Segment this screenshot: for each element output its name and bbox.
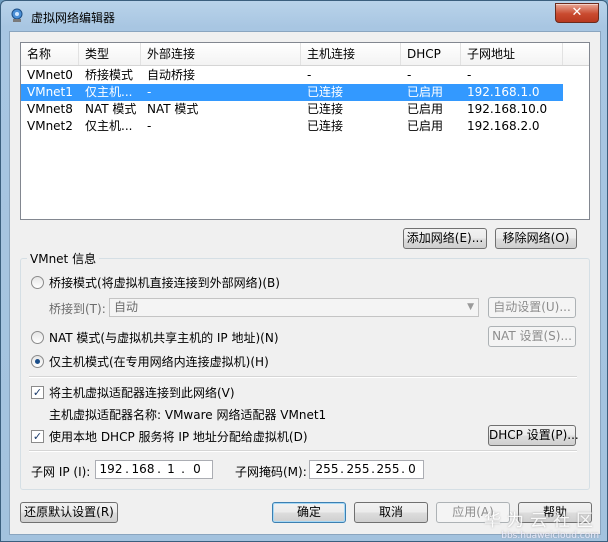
connect-adapter-label[interactable]: 将主机虚拟适配器连接到此网络(V) [49,384,235,401]
bridged-to-label: 桥接到(T): [49,302,106,316]
host-only-mode-label[interactable]: 仅主机模式(在专用网络内连接虚拟机)(H) [49,353,269,370]
vmnet-info-group: VMnet 信息 桥接模式(将虚拟机直接连接到外部网络)(B) 桥接到(T): … [20,250,590,490]
cell-dhcp: 已启用 [407,119,444,133]
watermark-url: bbs.huaweicloud.com [501,531,599,541]
host-only-mode-radio[interactable] [31,355,44,368]
table-row[interactable]: VMnet0 桥接模式 自动桥接 - - - [21,67,563,84]
bridged-to-value: 自动 [114,300,139,314]
remove-network-button[interactable]: 移除网络(O) [495,228,577,249]
cell-name: VMnet2 [27,119,73,133]
vmnet-info-title: VMnet 信息 [27,250,100,267]
cell-type: NAT 模式 [85,102,137,116]
watermark: 华为云社区 bbs.huaweicloud.com [484,506,599,541]
nat-settings-button[interactable]: NAT 设置(S)... [488,326,576,347]
cell-external: - [147,119,152,133]
nat-mode-radio[interactable] [31,331,44,344]
cancel-button[interactable]: 取消 [354,502,428,523]
subnet-mask-octet-2: 255 [346,462,370,476]
use-dhcp-checkbox[interactable]: ✓ [31,430,44,443]
subnet-ip-label: 子网 IP (I): [31,465,91,479]
bridged-mode-radio[interactable] [31,276,44,289]
title-bar[interactable]: 虚拟网络编辑器 ✕ [1,1,607,31]
cell-dhcp: - [407,68,412,82]
cell-subnet: 192.168.1.0 [467,85,540,99]
subnet-ip-input[interactable]: 192 . 168 . 1 . 0 [95,460,213,479]
cell-name: VMnet8 [27,102,73,116]
subnet-mask-input[interactable]: 255 . 255 . 255 . 0 [309,460,424,479]
column-header-type[interactable]: 类型 [79,43,141,65]
cell-type: 仅主机... [85,85,133,99]
chevron-down-icon: ▼ [467,302,474,312]
cell-host: 已连接 [307,102,344,116]
divider [29,376,577,378]
watermark-brand: 华为云社区 [484,511,599,531]
subnet-mask-octet-1: 255 [315,462,339,476]
dhcp-settings-button[interactable]: DHCP 设置(P)... [488,425,579,446]
ok-button[interactable]: 确定 [272,502,346,523]
auto-settings-button[interactable]: 自动设置(U)... [488,297,576,318]
subnet-mask-octet-4: 0 [408,462,416,476]
add-network-button[interactable]: 添加网络(E)... [403,228,487,249]
cell-host: - [307,68,312,82]
cell-host: 已连接 [307,85,344,99]
cell-external: - [147,85,152,99]
virtual-network-editor-window: 虚拟网络编辑器 ✕ 名称 类型 外部连接 主机连接 DHCP 子网地址 VMne… [0,0,608,542]
cell-dhcp: 已启用 [407,102,444,116]
cell-name: VMnet1 [27,85,73,99]
subnet-ip-octet-1: 192 [99,462,123,476]
bridged-to-select[interactable]: 自动 ▼ [109,298,479,317]
bridged-mode-label[interactable]: 桥接模式(将虚拟机直接连接到外部网络)(B) [49,274,280,291]
cell-host: 已连接 [307,119,344,133]
divider [29,450,577,452]
table-row[interactable]: VMnet2 仅主机... - 已连接 已启用 192.168.2.0 [21,118,563,135]
cell-subnet: - [467,68,472,82]
connect-adapter-checkbox[interactable]: ✓ [31,386,44,399]
column-header-host[interactable]: 主机连接 [301,43,401,65]
nat-mode-label[interactable]: NAT 模式(与虚拟机共享主机的 IP 地址)(N) [49,329,279,346]
network-list[interactable]: 名称 类型 外部连接 主机连接 DHCP 子网地址 VMnet0 桥接模式 自动桥接… [20,42,590,220]
restore-defaults-button[interactable]: 还原默认设置(R) [20,502,118,523]
close-button[interactable]: ✕ [555,3,599,23]
cell-type: 仅主机... [85,119,133,133]
list-header: 名称 类型 外部连接 主机连接 DHCP 子网地址 [21,43,589,66]
cell-type: 桥接模式 [85,68,134,82]
subnet-ip-octet-4: 0 [193,462,201,476]
subnet-mask-label: 子网掩码(M): [235,465,307,479]
cell-name: VMnet0 [27,68,73,82]
cell-external: NAT 模式 [147,102,199,116]
column-header-subnet[interactable]: 子网地址 [461,43,563,65]
window-title: 虚拟网络编辑器 [31,11,116,25]
subnet-mask-octet-3: 255 [376,462,400,476]
close-icon: ✕ [571,5,583,20]
adapter-name-text: 主机虚拟适配器名称: VMware 网络适配器 VMnet1 [49,408,327,422]
table-row[interactable]: VMnet8 NAT 模式 NAT 模式 已连接 已启用 192.168.10.0 [21,101,563,118]
cell-external: 自动桥接 [147,68,196,82]
cell-subnet: 192.168.10.0 [467,102,548,116]
table-row[interactable]: VMnet1 仅主机... - 已连接 已启用 192.168.1.0 [21,84,563,101]
column-header-name[interactable]: 名称 [21,43,79,65]
use-dhcp-label[interactable]: 使用本地 DHCP 服务将 IP 地址分配给虚拟机(D) [49,428,308,445]
subnet-ip-octet-2: 168 [131,462,155,476]
cell-subnet: 192.168.2.0 [467,119,540,133]
column-header-dhcp[interactable]: DHCP [401,43,461,65]
network-editor-icon [11,8,23,22]
cell-dhcp: 已启用 [407,85,444,99]
column-header-external[interactable]: 外部连接 [141,43,301,65]
dialog-body: 名称 类型 外部连接 主机连接 DHCP 子网地址 VMnet0 桥接模式 自动桥接… [9,31,601,535]
